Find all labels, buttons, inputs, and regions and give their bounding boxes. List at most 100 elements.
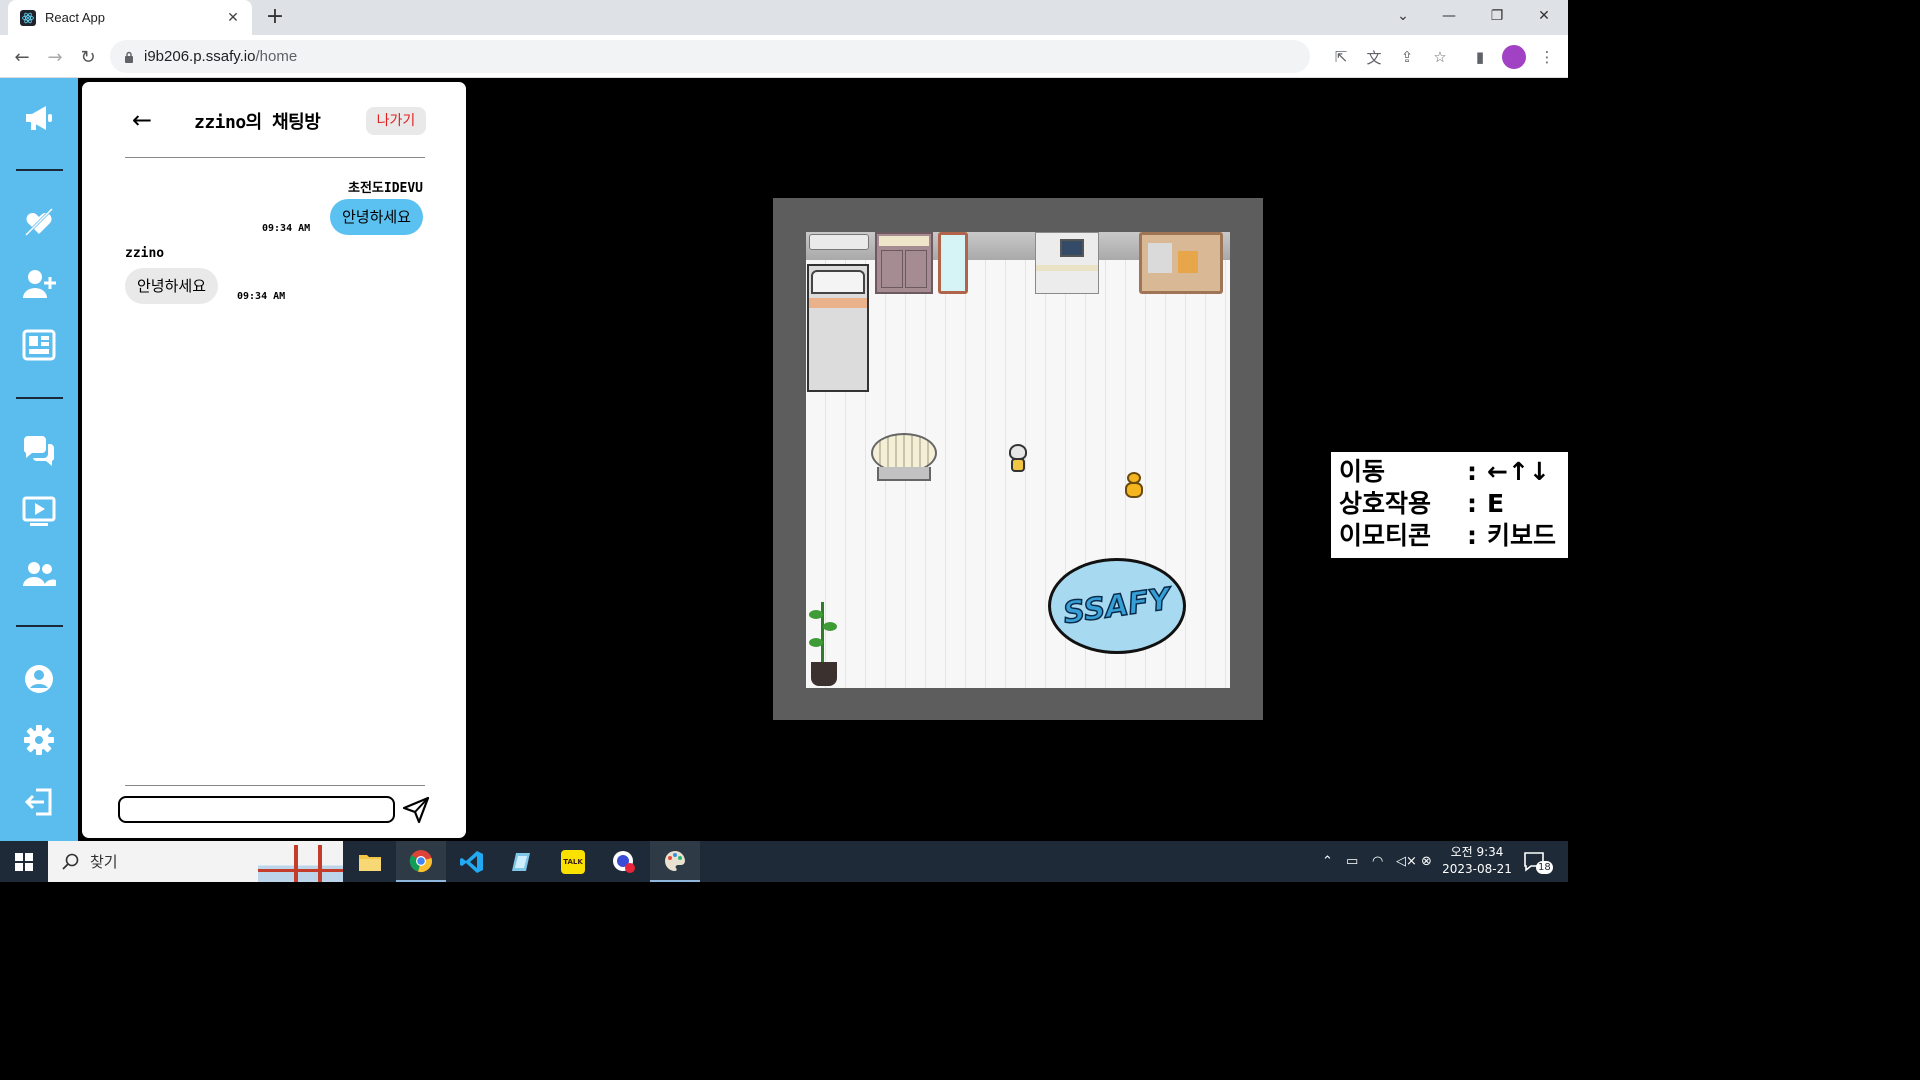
search-icon <box>62 853 79 870</box>
heart-arrow-icon[interactable] <box>19 202 59 242</box>
bridge-illustration <box>258 841 343 882</box>
user-profile-icon[interactable] <box>19 659 59 699</box>
message-bubble-mine: 안녕하세요 <box>329 199 423 235</box>
help-colon: : <box>1467 521 1477 550</box>
play-screen-icon[interactable] <box>19 492 59 532</box>
sidebar-divider <box>16 397 63 399</box>
notes-app-icon[interactable] <box>497 841 547 882</box>
forward-icon[interactable]: → <box>41 43 69 71</box>
notification-center-icon[interactable]: 18 <box>1524 841 1553 882</box>
side-panel-icon[interactable]: ▮ <box>1468 45 1492 69</box>
notification-count: 18 <box>1536 861 1553 874</box>
vscode-icon[interactable] <box>447 841 497 882</box>
settings-gear-icon[interactable] <box>19 720 59 760</box>
add-user-icon[interactable] <box>19 264 59 304</box>
help-key: 이동 <box>1339 457 1386 486</box>
new-tab-button[interactable]: + <box>262 5 288 31</box>
help-value: 키보드 <box>1487 521 1557 550</box>
air-conditioner[interactable] <box>809 234 869 250</box>
help-row-emoticon: 이모티콘 : 키보드 <box>1339 520 1560 552</box>
megaphone-icon[interactable] <box>19 98 59 138</box>
help-row-move: 이동 : ←↑↓ <box>1339 456 1560 488</box>
windows-start-icon[interactable] <box>0 841 48 882</box>
sidebar-divider <box>16 625 63 627</box>
battery-icon[interactable]: ▭ <box>1346 841 1358 882</box>
tray-overflow-icon[interactable]: ⌃ <box>1322 841 1333 882</box>
chat-panel: ← zzino의 채팅방 나가기 초전도IDEVU 안녕하세요 09:34 AM… <box>79 79 469 841</box>
help-row-interact: 상호작용 : E <box>1339 488 1560 520</box>
open-in-app-icon[interactable]: ⇱ <box>1329 45 1353 69</box>
minimize-button[interactable]: — <box>1426 0 1472 32</box>
chat-header-divider <box>125 157 425 158</box>
message-sender: 초전도IDEVU <box>347 181 423 196</box>
player-character[interactable] <box>1003 442 1033 474</box>
kakaotalk-icon[interactable]: TALK <box>548 841 598 882</box>
group-icon[interactable] <box>19 554 59 594</box>
taskbar-clock[interactable]: 오전 9:34 2023-08-21 <box>1440 844 1514 878</box>
round-table[interactable] <box>871 433 937 483</box>
network-icon[interactable]: ◠ <box>1372 841 1383 882</box>
bed[interactable] <box>807 264 869 392</box>
logout-icon[interactable] <box>19 782 59 822</box>
potted-plant[interactable] <box>807 602 839 688</box>
address-bar[interactable]: i9b206.p.ssafy.io/home <box>110 40 1310 73</box>
translate-icon[interactable]: 文 <box>1362 45 1386 69</box>
file-explorer-icon[interactable] <box>345 841 395 882</box>
bookmark-star-icon[interactable]: ☆ <box>1428 45 1452 69</box>
message-bubble-other: 안녕하세요 <box>125 268 219 304</box>
volume-muted-icon[interactable]: ◁× <box>1396 841 1417 882</box>
maximize-button[interactable]: ❐ <box>1474 0 1520 32</box>
sidebar-divider <box>16 169 63 171</box>
help-key: 상호작용 <box>1339 489 1432 518</box>
url-text: i9b206.p.ssafy.io/home <box>144 48 297 65</box>
help-key: 이모티콘 <box>1339 521 1432 550</box>
url-path: /home <box>255 48 298 65</box>
chrome-icon[interactable] <box>396 841 446 882</box>
menu-icon[interactable]: ⋮ <box>1535 45 1559 69</box>
status-icon[interactable]: ⊗ <box>1421 841 1432 882</box>
rug-label: SSAFY <box>1061 580 1174 631</box>
react-favicon-icon <box>20 9 36 26</box>
computer-desk[interactable] <box>1035 232 1099 294</box>
browser-tab[interactable]: React App ✕ <box>8 0 252 35</box>
chat-input-divider <box>125 785 425 786</box>
mirror[interactable] <box>938 232 968 294</box>
url-host: i9b206.p.ssafy.io <box>144 48 256 65</box>
help-value: ←↑↓ <box>1487 457 1550 486</box>
recording-app-icon[interactable] <box>599 841 649 882</box>
message-time: 09:34 AM <box>237 291 286 302</box>
back-icon[interactable]: ← <box>8 43 36 71</box>
help-value: E <box>1487 489 1505 518</box>
paint-app-icon[interactable] <box>650 841 700 882</box>
npc-duck-character[interactable] <box>1123 470 1145 500</box>
help-colon: : <box>1467 489 1477 518</box>
chat-message-input[interactable] <box>118 796 395 823</box>
profile-avatar[interactable] <box>1502 45 1526 69</box>
windows-taskbar: 찾기 TALK ⌃ ▭ ◠ ◁× ⊗ 오전 9:34 2023-08-21 18 <box>0 841 1568 882</box>
share-icon[interactable]: ⇪ <box>1395 45 1419 69</box>
leave-button[interactable]: 나가기 <box>366 107 426 135</box>
board-icon[interactable] <box>19 325 59 365</box>
taskbar-search[interactable]: 찾기 <box>48 841 343 882</box>
browser-tab-bar: React App ✕ + ⌄ — ❐ ✕ <box>0 0 1568 35</box>
chat-bubbles-icon[interactable] <box>19 431 59 471</box>
clock-time: 오전 9:34 <box>1450 845 1504 859</box>
send-icon[interactable] <box>402 796 432 826</box>
tab-title: React App <box>45 10 105 25</box>
ssafy-rug[interactable]: SSAFY <box>1048 558 1186 654</box>
clock-date: 2023-08-21 <box>1442 862 1512 876</box>
message-sender: zzino <box>125 246 165 261</box>
cabinet[interactable] <box>875 232 933 294</box>
reload-icon[interactable]: ↻ <box>74 43 102 71</box>
chat-room-title: zzino의 채팅방 <box>194 112 321 133</box>
tab-close-icon[interactable]: ✕ <box>224 10 242 26</box>
game-room[interactable]: SSAFY <box>773 198 1263 720</box>
browser-toolbar: ← → ↻ i9b206.p.ssafy.io/home ⇱ 文 ⇪ ☆ ▮ ⋮ <box>0 35 1568 78</box>
controls-help-box: 이동 : ←↑↓ 상호작용 : E 이모티콘 : 키보드 <box>1331 452 1568 558</box>
back-arrow-icon[interactable]: ← <box>132 106 152 134</box>
window-close-button[interactable]: ✕ <box>1521 0 1567 32</box>
tab-search-icon[interactable]: ⌄ <box>1380 0 1426 32</box>
sidebar <box>0 78 78 841</box>
message-time: 09:34 AM <box>262 223 311 234</box>
bulletin-board[interactable] <box>1139 232 1223 294</box>
